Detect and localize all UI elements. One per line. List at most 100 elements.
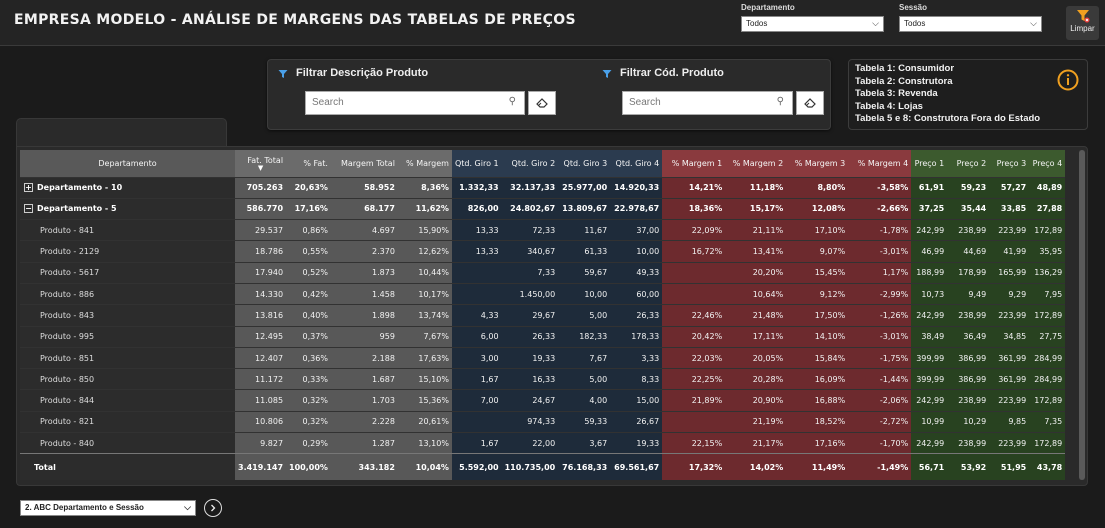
departamento-dropdown[interactable]: Todos ⌵ <box>741 16 884 32</box>
table-cell: -2,99% <box>848 282 912 305</box>
table-cell: 11,18% <box>725 176 787 199</box>
table-cell: 3.419.147 <box>235 453 287 480</box>
sessao-value: Todos <box>904 19 926 28</box>
sessao-dropdown[interactable]: Todos ⌵ <box>899 16 1042 32</box>
table-cell: 399,99 <box>911 346 948 369</box>
column-header[interactable]: Fat. Total ▼ <box>235 150 287 177</box>
table-cell: 238,99 <box>947 219 990 241</box>
product-row[interactable]: Produto - 821 10.806 0,32% 2.228 20,61% 974,3… <box>20 410 1066 433</box>
description-clear-button[interactable] <box>528 91 556 115</box>
column-header[interactable]: Preço 1 <box>911 150 948 177</box>
clear-filters-button[interactable]: Limpar <box>1066 6 1099 40</box>
table-cell: 4,00 <box>558 389 611 412</box>
table-scrollbar[interactable] <box>1079 150 1085 480</box>
column-header[interactable]: Preço 3 <box>989 150 1030 177</box>
table-cell: 22,00 <box>501 432 559 454</box>
description-search-input[interactable]: Search ⚲ <box>305 91 525 115</box>
code-filter-title: Filtrar Cód. Produto <box>620 67 724 79</box>
column-header-label: Departamento <box>98 158 157 168</box>
column-header[interactable]: % Margem 2 <box>725 150 787 177</box>
table-cell: 8,33 <box>610 368 663 390</box>
column-header[interactable]: % Fat. <box>286 150 331 177</box>
product-row[interactable]: Produto - 5617 17.940 0,52% 1.873 10,44% 7,33… <box>20 261 1066 284</box>
table-cell: 61,91 <box>911 176 948 199</box>
table-cell: -3,58% <box>848 176 912 199</box>
row-label-cell: Produto - 850 <box>20 368 235 390</box>
product-row[interactable]: Produto - 840 9.827 0,29% 1.287 13,10% 1,67 22… <box>20 432 1066 454</box>
table-cell: 18,52% <box>786 410 849 433</box>
column-header[interactable]: % Margem 1 <box>662 150 726 177</box>
next-page-button[interactable] <box>204 499 222 517</box>
product-row[interactable]: Produto - 851 12.407 0,36% 2.188 17,63% 3,00 1… <box>20 346 1066 369</box>
table-cell: 35,95 <box>1029 240 1066 263</box>
table-cell: 10,04% <box>397 453 452 480</box>
table-cell: 1.450,00 <box>501 282 559 305</box>
table-cell: 9.827 <box>235 432 287 454</box>
table-cell: 10,99 <box>911 410 948 433</box>
table-cell: 1.287 <box>330 432 398 454</box>
product-row[interactable]: Produto - 995 12.495 0,37% 959 7,67% 6,00 26,3… <box>20 325 1066 348</box>
table-cell: 21,89% <box>662 389 726 412</box>
table-cell: 178,33 <box>610 325 663 348</box>
department-row[interactable]: − Departamento - 5 586.770 17,16% 68.177 11,6… <box>20 197 1066 220</box>
table-cell: 10,64% <box>725 282 787 305</box>
column-header[interactable]: Margem Total <box>330 150 398 177</box>
column-header[interactable]: % Margem 3 <box>786 150 849 177</box>
product-row[interactable]: Produto - 886 14.330 0,42% 1.458 10,17% 1.450… <box>20 282 1066 305</box>
table-cell: 56,71 <box>911 453 948 480</box>
product-row[interactable]: Produto - 2129 18.786 0,55% 2.370 12,62% 13,3… <box>20 240 1066 263</box>
table-cell: 22,03% <box>662 346 726 369</box>
table-cell: -1,75% <box>848 346 912 369</box>
column-header[interactable]: Qtd. Giro 3 <box>558 150 611 177</box>
table-cell: 1.898 <box>330 304 398 327</box>
filter-icon <box>278 70 288 78</box>
table-cell: 12,62% <box>397 240 452 263</box>
table-cell: -1,70% <box>848 432 912 454</box>
table-cell: 0,37% <box>286 325 331 348</box>
department-row[interactable]: + Departamento - 10 705.263 20,63% 58.952 8,3… <box>20 176 1066 199</box>
table-cell: -3,01% <box>848 325 912 348</box>
product-row[interactable]: Produto - 843 13.816 0,40% 1.898 13,74% 4,33 2… <box>20 304 1066 327</box>
table-cell: 9,07% <box>786 240 849 263</box>
search-icon: ⚲ <box>776 96 784 107</box>
total-row[interactable]: Total 3.419.147 100,00% 343.182 10,04% 5.592,… <box>20 453 1066 480</box>
table-cell: 361,99 <box>989 346 1030 369</box>
column-header[interactable]: % Margem 4 <box>848 150 912 177</box>
table-cell: 172,89 <box>1029 219 1066 241</box>
table-cell: 53,92 <box>947 453 990 480</box>
expand-icon[interactable]: + <box>24 183 33 193</box>
table-cell: 0,29% <box>286 432 331 454</box>
column-header[interactable]: Preço 4 <box>1029 150 1066 177</box>
info-icon[interactable] <box>1057 69 1079 91</box>
table-cell: 242,99 <box>911 219 948 241</box>
sessao-label: Sessão <box>899 3 928 12</box>
column-header[interactable]: Qtd. Giro 4 <box>610 150 663 177</box>
product-row[interactable]: Produto - 850 11.172 0,33% 1.687 15,10% 1,67 1… <box>20 368 1066 390</box>
product-row[interactable]: Produto - 841 29.537 0,86% 4.697 15,90% 13,33… <box>20 219 1066 241</box>
departamento-slicer: Departamento Todos ⌵ <box>741 3 884 32</box>
page-navigation-dropdown[interactable]: 2. ABC Departamento e Sessão ⌵ <box>20 500 196 516</box>
code-clear-button[interactable] <box>796 91 824 115</box>
table-cell: 34,85 <box>989 325 1030 348</box>
table-cell: 1,67 <box>451 368 502 390</box>
column-header[interactable]: Departamento <box>20 150 235 177</box>
column-header[interactable]: % Margem <box>397 150 452 177</box>
table-cell: 21,48% <box>725 304 787 327</box>
table-cell: 24.802,67 <box>501 197 559 220</box>
table-cell: 172,89 <box>1029 304 1066 327</box>
column-header[interactable]: Preço 2 <box>947 150 990 177</box>
row-label: Produto - 843 <box>40 310 95 320</box>
code-search-input[interactable]: Search ⚲ <box>622 91 793 115</box>
table-cell: 12.495 <box>235 325 287 348</box>
description-search-row: Search ⚲ <box>305 91 556 115</box>
product-row[interactable]: Produto - 844 11.085 0,32% 1.703 15,36% 7,00 2… <box>20 389 1066 412</box>
column-header[interactable]: Qtd. Giro 1 <box>451 150 502 177</box>
scrollbar-thumb[interactable] <box>1079 150 1085 480</box>
collapse-icon[interactable]: − <box>24 204 33 214</box>
table-header-row: Departamento Fat. Total ▼ % Fat. Margem Tota… <box>20 150 1066 177</box>
table-cell: 37,25 <box>911 197 948 220</box>
column-header[interactable]: Qtd. Giro 2 <box>501 150 559 177</box>
table-cell: 100,00% <box>286 453 331 480</box>
table-cell: 18.786 <box>235 240 287 263</box>
table-cell: 2.370 <box>330 240 398 263</box>
